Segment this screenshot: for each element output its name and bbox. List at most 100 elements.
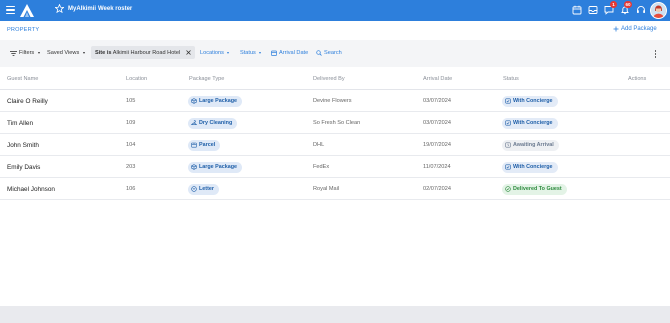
column-header-arrival-date[interactable]: Arrival Date bbox=[423, 76, 452, 82]
package-type-cell: Dry Cleaning bbox=[188, 112, 238, 134]
close-icon[interactable] bbox=[186, 50, 192, 55]
status-badge[interactable]: With Concierge bbox=[502, 117, 558, 129]
saved-views-label: Saved Views bbox=[47, 50, 80, 56]
column-header-delivered-by[interactable]: Delivered By bbox=[313, 76, 345, 82]
arrival-date-value: 02/07/2024 bbox=[423, 186, 451, 192]
delivered-by-cell: Devine Flowers bbox=[313, 90, 352, 112]
filter-bar: Filters Saved Views Site is Alkimii Harb… bbox=[0, 40, 670, 67]
add-package-button[interactable]: Add Package bbox=[613, 26, 657, 32]
filters-dropdown[interactable]: Filters bbox=[10, 50, 40, 56]
guest-name-cell: Michael Johnson bbox=[7, 178, 55, 200]
inbox-icon[interactable] bbox=[588, 5, 598, 15]
calendar-icon[interactable] bbox=[572, 5, 582, 15]
location-value: 106 bbox=[126, 186, 136, 192]
table-row[interactable]: John Smith 104 Parcel DHL 19/07/2024 Awaiting… bbox=[0, 134, 670, 156]
saved-views-dropdown[interactable]: Saved Views bbox=[47, 50, 85, 56]
column-header-guest-name[interactable]: Guest Name bbox=[7, 76, 38, 82]
column-header-location[interactable]: Location bbox=[126, 76, 147, 82]
location-value: 104 bbox=[126, 142, 136, 148]
guest-name: John Smith bbox=[7, 141, 39, 149]
status-badge[interactable]: With Concierge bbox=[502, 95, 558, 107]
location-value: 109 bbox=[126, 120, 136, 126]
chevron-down-icon bbox=[82, 52, 85, 54]
column-header-package-type[interactable]: Package Type bbox=[189, 76, 224, 82]
top-navigation-bar: MyAlkimii Week roster 1 60 bbox=[0, 0, 670, 21]
guest-name-cell: John Smith bbox=[7, 134, 39, 156]
package-type-cell: Letter bbox=[188, 178, 219, 200]
status-label: Status bbox=[240, 50, 256, 56]
nav-link-week-roster[interactable]: Week roster bbox=[98, 6, 132, 12]
parcel-icon bbox=[191, 142, 197, 148]
package-type-badge: Parcel bbox=[188, 139, 221, 151]
package-type-label: Letter bbox=[199, 186, 214, 192]
add-package-label: Add Package bbox=[621, 26, 657, 32]
delivered-by-value: FedEx bbox=[313, 164, 330, 170]
package-type-label: Parcel bbox=[199, 142, 216, 148]
status-badge[interactable]: Delivered To Guest bbox=[502, 183, 567, 195]
filters-label: Filters bbox=[19, 50, 35, 56]
location-cell: 109 bbox=[126, 112, 135, 134]
nav-link-myalkimii[interactable]: MyAlkimii bbox=[68, 6, 96, 12]
column-header-status[interactable]: Status bbox=[503, 76, 519, 82]
site-filter-chip[interactable]: Site is Alkimii Harbour Road Hotel bbox=[91, 46, 196, 59]
guest-name: Emily Davis bbox=[7, 163, 41, 171]
search-button[interactable]: Search bbox=[316, 50, 342, 56]
status-cell: Delivered To Guest bbox=[502, 178, 567, 200]
column-header-actions: Actions bbox=[628, 76, 647, 82]
user-avatar[interactable] bbox=[650, 2, 667, 19]
status-dropdown[interactable]: Status bbox=[240, 50, 262, 56]
table-row[interactable]: Michael Johnson 106 Letter Royal Mail 02/07/… bbox=[0, 178, 670, 200]
package-type-badge: Large Package bbox=[188, 161, 243, 173]
arrival-date-value: 11/07/2024 bbox=[423, 164, 451, 170]
arrival-date-value: 03/07/2024 bbox=[423, 120, 451, 126]
chevron-down-icon bbox=[37, 52, 40, 54]
footer-area bbox=[0, 306, 670, 323]
check-circle-icon bbox=[505, 186, 511, 192]
arrival-date-label: Arrival Date bbox=[279, 50, 309, 56]
table-row[interactable]: Emily Davis 203 Large Package FedEx 11/07/20… bbox=[0, 156, 670, 178]
concierge-icon bbox=[505, 120, 511, 126]
guest-name-cell: Emily Davis bbox=[7, 156, 40, 178]
chip-operator: is bbox=[106, 49, 112, 56]
status-cell: With Concierge bbox=[502, 90, 558, 112]
delivered-by-cell: So Fresh So Clean bbox=[313, 112, 360, 134]
locations-dropdown[interactable]: Locations bbox=[200, 50, 230, 56]
package-type-cell: Parcel bbox=[188, 134, 221, 156]
star-icon[interactable] bbox=[55, 4, 64, 13]
alkimii-logo[interactable] bbox=[20, 4, 34, 17]
packages-panel: PROPERTY Add Package Filters Saved Views… bbox=[0, 21, 670, 306]
location-cell: 105 bbox=[126, 90, 135, 112]
letter-icon bbox=[191, 186, 197, 192]
status-badge[interactable]: Awaiting Arrival bbox=[502, 139, 559, 151]
chat-badge: 1 bbox=[610, 1, 617, 8]
guest-name-cell: Tim Allen bbox=[7, 112, 33, 134]
location-cell: 106 bbox=[126, 178, 135, 200]
status-badge[interactable]: With Concierge bbox=[502, 161, 558, 173]
search-icon bbox=[316, 50, 322, 56]
table-row[interactable]: Tim Allen 109 Dry Cleaning So Fresh So Clea… bbox=[0, 112, 670, 134]
search-label: Search bbox=[324, 50, 342, 56]
more-options-icon[interactable] bbox=[654, 50, 657, 58]
location-value: 105 bbox=[126, 98, 136, 104]
package-type-cell: Large Package bbox=[188, 156, 243, 178]
headset-icon[interactable] bbox=[636, 5, 646, 15]
delivered-by-cell: DHL bbox=[313, 134, 324, 156]
delivered-by-value: So Fresh So Clean bbox=[313, 120, 361, 126]
delivered-by-value: Royal Mail bbox=[313, 186, 340, 192]
guest-name: Michael Johnson bbox=[7, 185, 55, 193]
bell-badge: 60 bbox=[624, 1, 633, 8]
status-cell: Awaiting Arrival bbox=[502, 134, 559, 156]
status-label: With Concierge bbox=[513, 98, 553, 104]
guest-name: Claire O Reilly bbox=[7, 97, 48, 105]
table-row[interactable]: Claire O Reilly 105 Large Package Devine Fl… bbox=[0, 90, 670, 112]
menu-icon[interactable] bbox=[6, 6, 15, 14]
arrival-date-value: 19/07/2024 bbox=[423, 142, 451, 148]
concierge-icon bbox=[505, 98, 511, 104]
arrival-date-filter[interactable]: Arrival Date bbox=[271, 50, 308, 56]
chevron-down-icon bbox=[259, 52, 262, 54]
package-type-label: Large Package bbox=[199, 98, 238, 104]
chip-value: Alkimii Harbour Road Hotel bbox=[112, 49, 181, 56]
arrival-date-value: 03/07/2024 bbox=[423, 98, 451, 104]
package-type-badge: Letter bbox=[188, 183, 219, 195]
plus-icon bbox=[613, 26, 619, 32]
